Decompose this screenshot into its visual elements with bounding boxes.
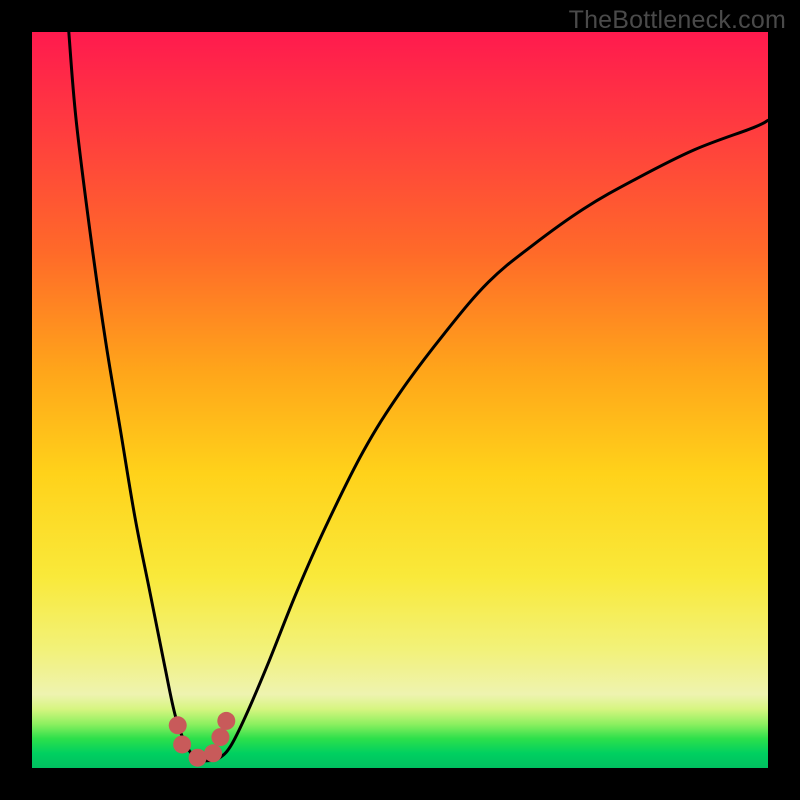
bottom-marker: [173, 735, 191, 753]
watermark-text: TheBottleneck.com: [569, 6, 786, 35]
bottom-marker: [189, 749, 207, 767]
chart-svg: [32, 32, 768, 768]
bottom-marker-group: [169, 712, 236, 767]
bottleneck-curve: [69, 32, 768, 761]
bottom-marker: [169, 716, 187, 734]
plot-area: [32, 32, 768, 768]
bottom-marker: [204, 744, 222, 762]
bottom-marker: [217, 712, 235, 730]
bottom-marker: [211, 728, 229, 746]
